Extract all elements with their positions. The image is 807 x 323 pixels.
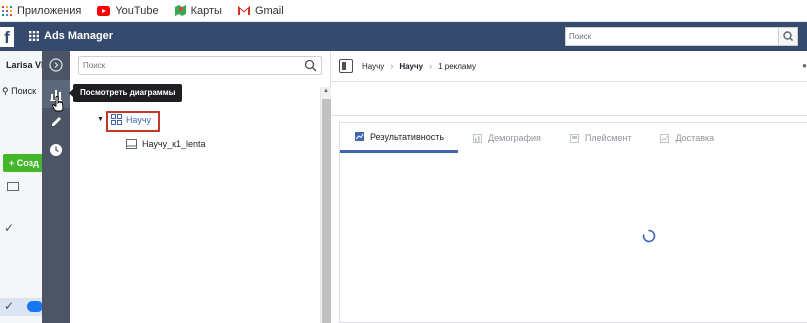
bookmark-gmail[interactable]: Gmail [237,4,284,17]
campaign-toggle[interactable] [27,301,43,312]
tab-label: Результативность [370,131,445,142]
tab-placement[interactable]: Плейсмент [555,123,646,153]
gmail-icon [237,6,250,15]
top-navigation: f Ads Manager [0,22,807,51]
chevron-right-icon: › [429,61,433,71]
top-search-box [565,27,798,46]
edit-button[interactable] [42,108,70,136]
chevron-right-icon: › [390,61,394,71]
charts-frame: Результативность Демография Плейсмент До… [339,122,807,323]
columns-icon[interactable] [7,182,19,191]
search-icon [783,31,794,42]
app-menu-grid-icon[interactable] [29,31,39,41]
expand-button[interactable] [42,51,70,79]
summary-strip [331,88,807,116]
tree-item-adset[interactable]: Научу_к1_lenta [126,139,206,149]
youtube-icon [97,5,111,16]
maps-icon [174,5,186,16]
tree-item-campaign[interactable]: ▼ Научу [97,114,151,125]
row-checkbox[interactable]: ✓ [4,299,14,313]
bookmark-label: YouTube [115,4,159,17]
status-indicator: ● [802,61,807,70]
side-toolbar [42,51,70,323]
underlying-page: Larisa Vla ⚲ Поиск + Созд ✓ ✓ [0,51,49,323]
breadcrumb: Научу › Научу › 1 рекламу ● [331,51,807,82]
tree-item-label: Научу [125,114,152,125]
tab-demographics[interactable]: Демография [458,123,555,153]
select-all-checkbox[interactable]: ✓ [4,221,14,235]
bookmark-youtube[interactable]: YouTube [97,4,159,17]
bookmark-label: Карты [190,4,222,17]
breadcrumb-item[interactable]: 1 рекламу [438,62,476,71]
chevron-right-circle-icon [49,58,63,72]
bookmark-label: Приложения [17,4,82,17]
bookmark-apps[interactable]: Приложения [2,5,81,17]
main-panel: Научу › Научу › 1 рекламу ● Результативн… [331,51,807,323]
bookmark-maps[interactable]: Карты [174,4,222,17]
breadcrumb-item[interactable]: Научу [399,62,423,71]
scroll-up-arrow[interactable]: ▲ [323,88,329,94]
loading-spinner-icon [642,229,656,243]
top-search-input[interactable] [566,28,766,45]
delivery-icon [660,133,670,143]
hand-cursor-icon [52,96,64,112]
chart-tabs: Результативность Демография Плейсмент До… [340,123,807,153]
view-charts-tooltip: Посмотреть диаграммы [68,84,183,102]
panel-toggle-icon[interactable] [339,59,353,73]
search-icon [304,59,317,72]
bookmark-label: Gmail [254,4,284,17]
tab-label: Демография [488,133,541,143]
ad-set-icon [126,139,137,149]
breadcrumb-item[interactable]: Научу [362,62,384,71]
tab-label: Плейсмент [584,133,632,143]
pencil-icon [52,117,61,126]
bookmarks-bar: Приложения YouTube Карты Gmail [0,0,807,22]
clock-icon [50,144,62,156]
history-button[interactable] [42,136,70,164]
create-button[interactable]: + Созд [3,154,43,172]
underlying-search[interactable]: ⚲ Поиск [2,86,36,97]
tab-label: Доставка [675,133,715,143]
tree-item-label: Научу_к1_lenta [142,139,206,149]
performance-chart-icon [355,132,364,141]
apps-grid-icon [2,5,12,16]
scrollbar-thumb[interactable] [322,99,331,323]
search-icon: ⚲ [2,86,12,96]
tab-delivery[interactable]: Доставка [645,123,728,153]
caret-down-icon[interactable]: ▼ [97,116,104,123]
facebook-logo[interactable]: f [0,27,14,47]
underlying-search-label: Поиск [11,86,37,96]
app-title[interactable]: Ads Manager [44,30,113,42]
top-search-button[interactable] [778,28,797,45]
placement-icon [569,133,579,143]
demographics-icon [473,133,483,143]
status-dot-icon: ● [802,61,807,70]
campaign-icon [110,114,122,125]
tree-scrollbar[interactable]: ▲ [320,87,331,323]
tab-performance[interactable]: Результативность [340,123,459,153]
tree-search-input[interactable] [79,57,299,74]
tree-search-box [78,56,322,75]
